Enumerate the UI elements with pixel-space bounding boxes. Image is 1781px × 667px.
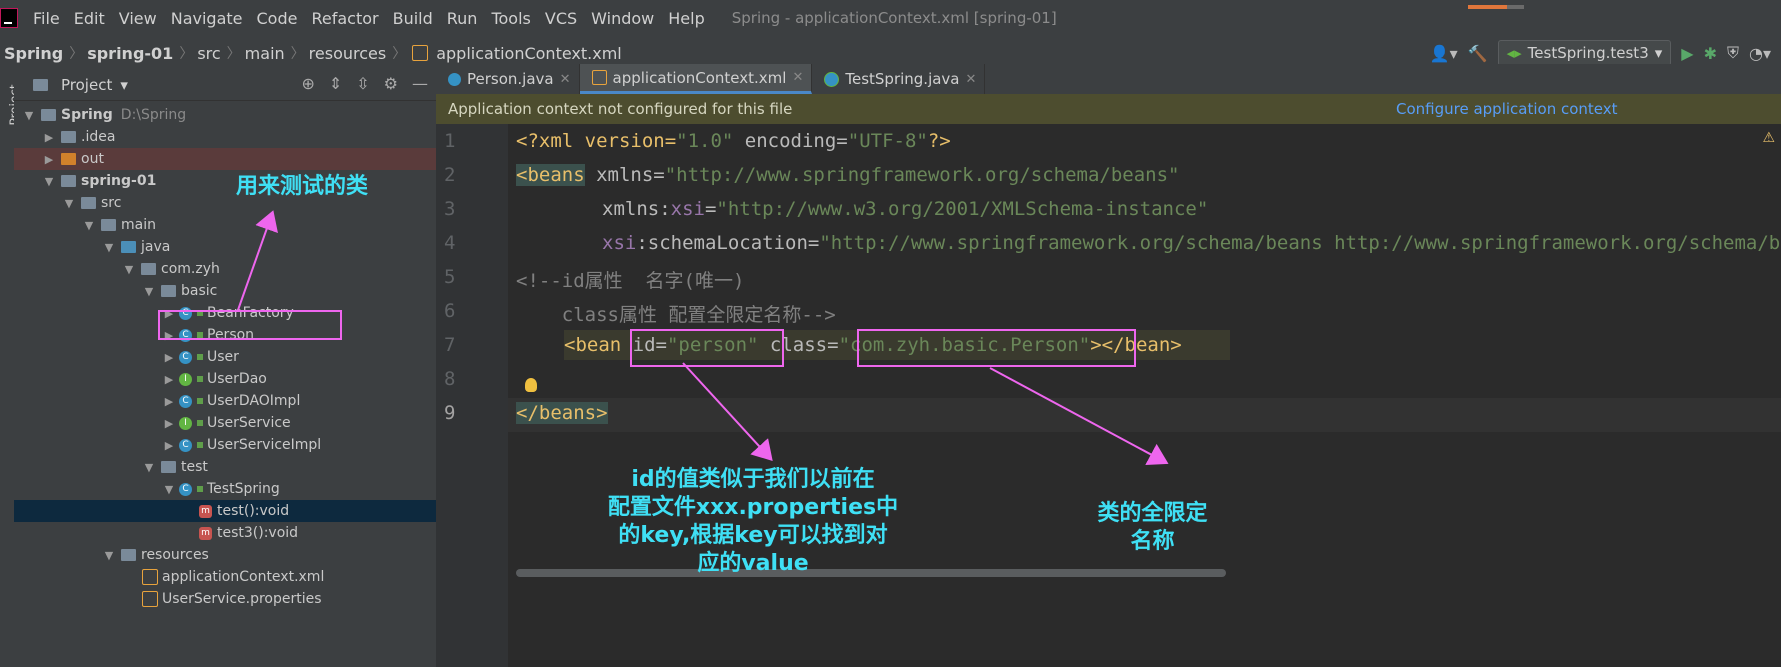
arrow-id-to-note xyxy=(682,362,773,461)
annotation-line: 应的value xyxy=(697,551,809,576)
annotation-id-note: id的值类似于我们以前在 配置文件xxx.properties中 的key,根据… xyxy=(598,466,908,578)
annotation-line: 配置文件xxx.properties中 xyxy=(607,495,899,520)
annotation-class-note: 类的全限定 名称 xyxy=(1080,500,1225,556)
annotation-line: id的值类似于我们以前在 xyxy=(631,467,875,492)
arrow-class-to-note xyxy=(989,367,1169,466)
annotation-test-class: 用来测试的类 xyxy=(235,174,368,199)
annotation-line: 类的全限定 xyxy=(1097,501,1208,526)
annotation-line: 的key,根据key可以找到对 xyxy=(618,523,888,548)
annotation-line: 名称 xyxy=(1130,529,1175,554)
arrow-person-to-note xyxy=(237,210,278,311)
